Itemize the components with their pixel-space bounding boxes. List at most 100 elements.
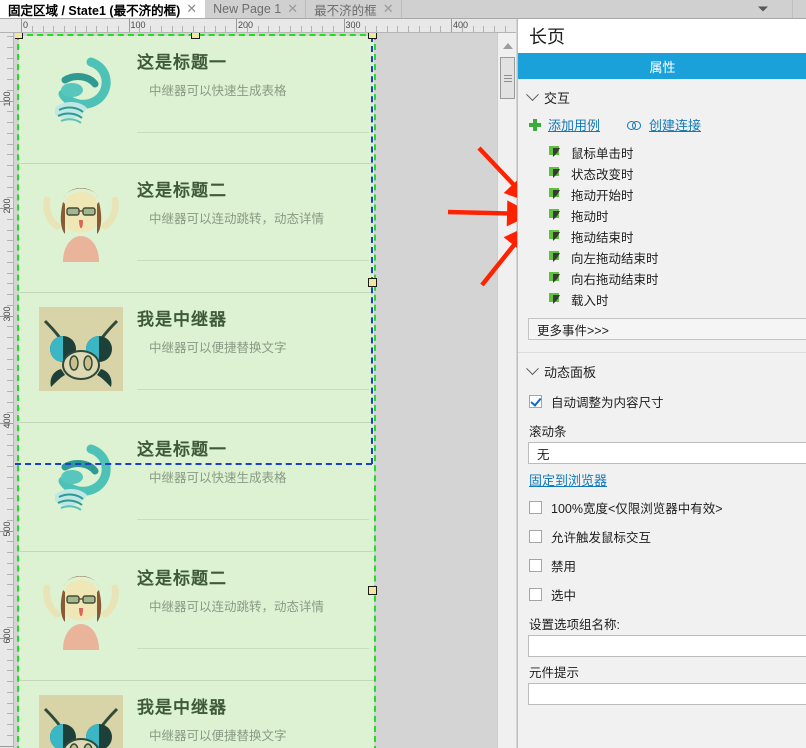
tab-label: 最不济的框 [314, 3, 377, 18]
tab-bar-right-pad [792, 0, 806, 18]
group-name-label: 设置选项组名称: [529, 618, 620, 632]
ruler-label-v: 500 [2, 520, 12, 537]
resize-handle-top-right[interactable] [368, 33, 377, 39]
page-tab-bar: 固定区域 / State1 (最不济的框) ✕ New Page 1 ✕ 最不济… [0, 0, 806, 19]
event-cursor-icon [549, 251, 563, 264]
scrollbar-thumb[interactable] [500, 57, 515, 99]
selected-label: 选中 [551, 589, 577, 603]
fit-to-content-checkbox[interactable] [529, 395, 542, 408]
resize-handle-right-middle[interactable] [368, 586, 377, 595]
full-width-checkbox[interactable] [529, 501, 542, 514]
section-interaction-label: 交互 [544, 91, 571, 106]
ruler-label-v: 400 [2, 413, 12, 429]
chevron-down-icon [526, 88, 539, 102]
tab-label: New Page 1 [213, 2, 282, 16]
event-cursor-icon [549, 272, 563, 285]
resize-handle-right-upper[interactable] [368, 278, 377, 287]
event-row[interactable]: 向右拖动结束时 [518, 268, 806, 289]
tab-worst-frame[interactable]: 最不济的框 ✕ [306, 0, 402, 18]
ruler-label-v: 100 [2, 90, 12, 107]
section-dynamic-panel-label: 动态面板 [544, 365, 597, 380]
event-label: 拖动时 [571, 210, 609, 224]
add-use-case-link[interactable]: 添加用例 [548, 115, 600, 134]
more-events-button[interactable]: 更多事件>>> [528, 318, 806, 340]
allow-mouse-interaction-checkbox[interactable] [529, 530, 542, 543]
canvas-vertical-scrollbar[interactable] [497, 33, 516, 748]
event-row[interactable]: 载入时 [518, 289, 806, 310]
disabled-row[interactable]: 禁用 [518, 551, 806, 580]
inner-state-selection-outline [15, 463, 372, 465]
allow-mouse-interaction-label: 允许触发鼠标交互 [551, 531, 652, 545]
scrollbar-label: 滚动条 [529, 425, 567, 439]
event-label: 拖动结束时 [571, 231, 634, 245]
allow-mouse-interaction-row[interactable]: 允许触发鼠标交互 [518, 522, 806, 551]
chain-link-icon [627, 119, 642, 130]
full-width-row[interactable]: 100%宽度<仅限浏览器中有效> [518, 493, 806, 522]
event-cursor-icon [549, 293, 563, 306]
event-label: 鼠标单击时 [571, 147, 634, 161]
section-interaction-header[interactable]: 交互 [518, 79, 806, 113]
properties-panel-body: 交互 添加用例 创建连接 鼠标单击时状态改变时拖动开始时拖动时拖动结束时向左拖动… [518, 79, 806, 748]
widget-name-header: 长页 [518, 19, 806, 53]
scroll-up-icon[interactable] [498, 39, 517, 53]
ruler-label-h: 100 [130, 20, 146, 30]
event-label: 向左拖动结束时 [571, 252, 659, 266]
horizontal-ruler: 0 100 200 300 400 [0, 19, 516, 33]
tab-label: 固定区域 / State1 (最不济的框) [8, 3, 181, 18]
widget-name-label: 长页 [529, 27, 565, 47]
close-icon[interactable]: ✕ [186, 3, 197, 16]
disabled-checkbox[interactable] [529, 559, 542, 572]
chevron-down-icon[interactable] [758, 6, 768, 12]
resize-handle-top-center[interactable] [191, 33, 200, 39]
event-label: 拖动开始时 [571, 189, 634, 203]
event-cursor-icon [549, 167, 563, 180]
close-icon[interactable]: ✕ [383, 3, 394, 16]
interaction-action-row: 添加用例 创建连接 [518, 113, 806, 140]
fit-to-content-row[interactable]: 自动调整为内容尺寸 [518, 387, 806, 416]
design-canvas[interactable]: 这是标题一 中继器可以快速生成表格 这是标题二 中继器可以连动跳转，动态详情 我是中继器… [15, 33, 496, 748]
ruler-label-h: 200 [238, 20, 254, 30]
ruler-label-v: 300 [2, 305, 12, 322]
event-row[interactable]: 鼠标单击时 [518, 142, 806, 163]
tab-new-page-1[interactable]: New Page 1 ✕ [205, 0, 307, 18]
event-row[interactable]: 拖动时 [518, 205, 806, 226]
event-row[interactable]: 状态改变时 [518, 163, 806, 184]
event-row[interactable]: 拖动开始时 [518, 184, 806, 205]
event-cursor-icon [549, 230, 563, 243]
tab-fixed-region-state1[interactable]: 固定区域 / State1 (最不济的框) ✕ [0, 0, 206, 18]
scrollbar-value: 无 [537, 447, 550, 462]
close-icon[interactable]: ✕ [287, 3, 298, 16]
scrollbar-select[interactable]: 无 [528, 442, 806, 464]
more-events-label: 更多事件>>> [537, 323, 609, 338]
vertical-ruler: 100 200 300 400 500 600 [0, 33, 14, 748]
tab-bar-filler [401, 0, 792, 18]
resize-handle-top-left[interactable] [15, 33, 23, 39]
selected-checkbox[interactable] [529, 588, 542, 601]
ruler-label-h: 300 [345, 20, 361, 30]
fit-to-content-label: 自动调整为内容尺寸 [551, 396, 664, 410]
create-link-link[interactable]: 创建连接 [649, 115, 701, 134]
pin-to-browser-link[interactable]: 固定到浏览器 [529, 473, 607, 488]
ruler-label-v: 200 [2, 198, 12, 214]
tooltip-label: 元件提示 [529, 666, 580, 680]
dynamic-panel-selection-outline [17, 34, 376, 748]
chevron-down-icon [526, 362, 539, 376]
event-cursor-icon [549, 188, 563, 201]
group-name-input[interactable] [528, 635, 806, 657]
section-dynamic-panel-header[interactable]: 动态面板 [518, 353, 806, 387]
interaction-event-list: 鼠标单击时状态改变时拖动开始时拖动时拖动结束时向左拖动结束时向右拖动结束时载入时 [518, 140, 806, 310]
inner-state-selection-right-edge [371, 36, 373, 464]
ruler-label-v: 600 [2, 628, 12, 644]
ruler-label-h: 0 [23, 20, 29, 30]
event-cursor-icon [549, 146, 563, 159]
tab-properties[interactable]: 属性 [518, 53, 806, 79]
event-row[interactable]: 拖动结束时 [518, 226, 806, 247]
tooltip-input[interactable] [528, 683, 806, 705]
event-label: 状态改变时 [571, 168, 634, 182]
selected-row[interactable]: 选中 [518, 580, 806, 609]
tab-properties-label: 属性 [649, 59, 676, 75]
event-row[interactable]: 向左拖动结束时 [518, 247, 806, 268]
event-label: 载入时 [571, 294, 609, 308]
pin-to-browser-row: 固定到浏览器 [518, 464, 806, 493]
properties-panel: 长页 属性 交互 添加用例 创建连接 鼠标单击时状态改变时拖动开始时拖动时拖动结… [517, 19, 806, 748]
